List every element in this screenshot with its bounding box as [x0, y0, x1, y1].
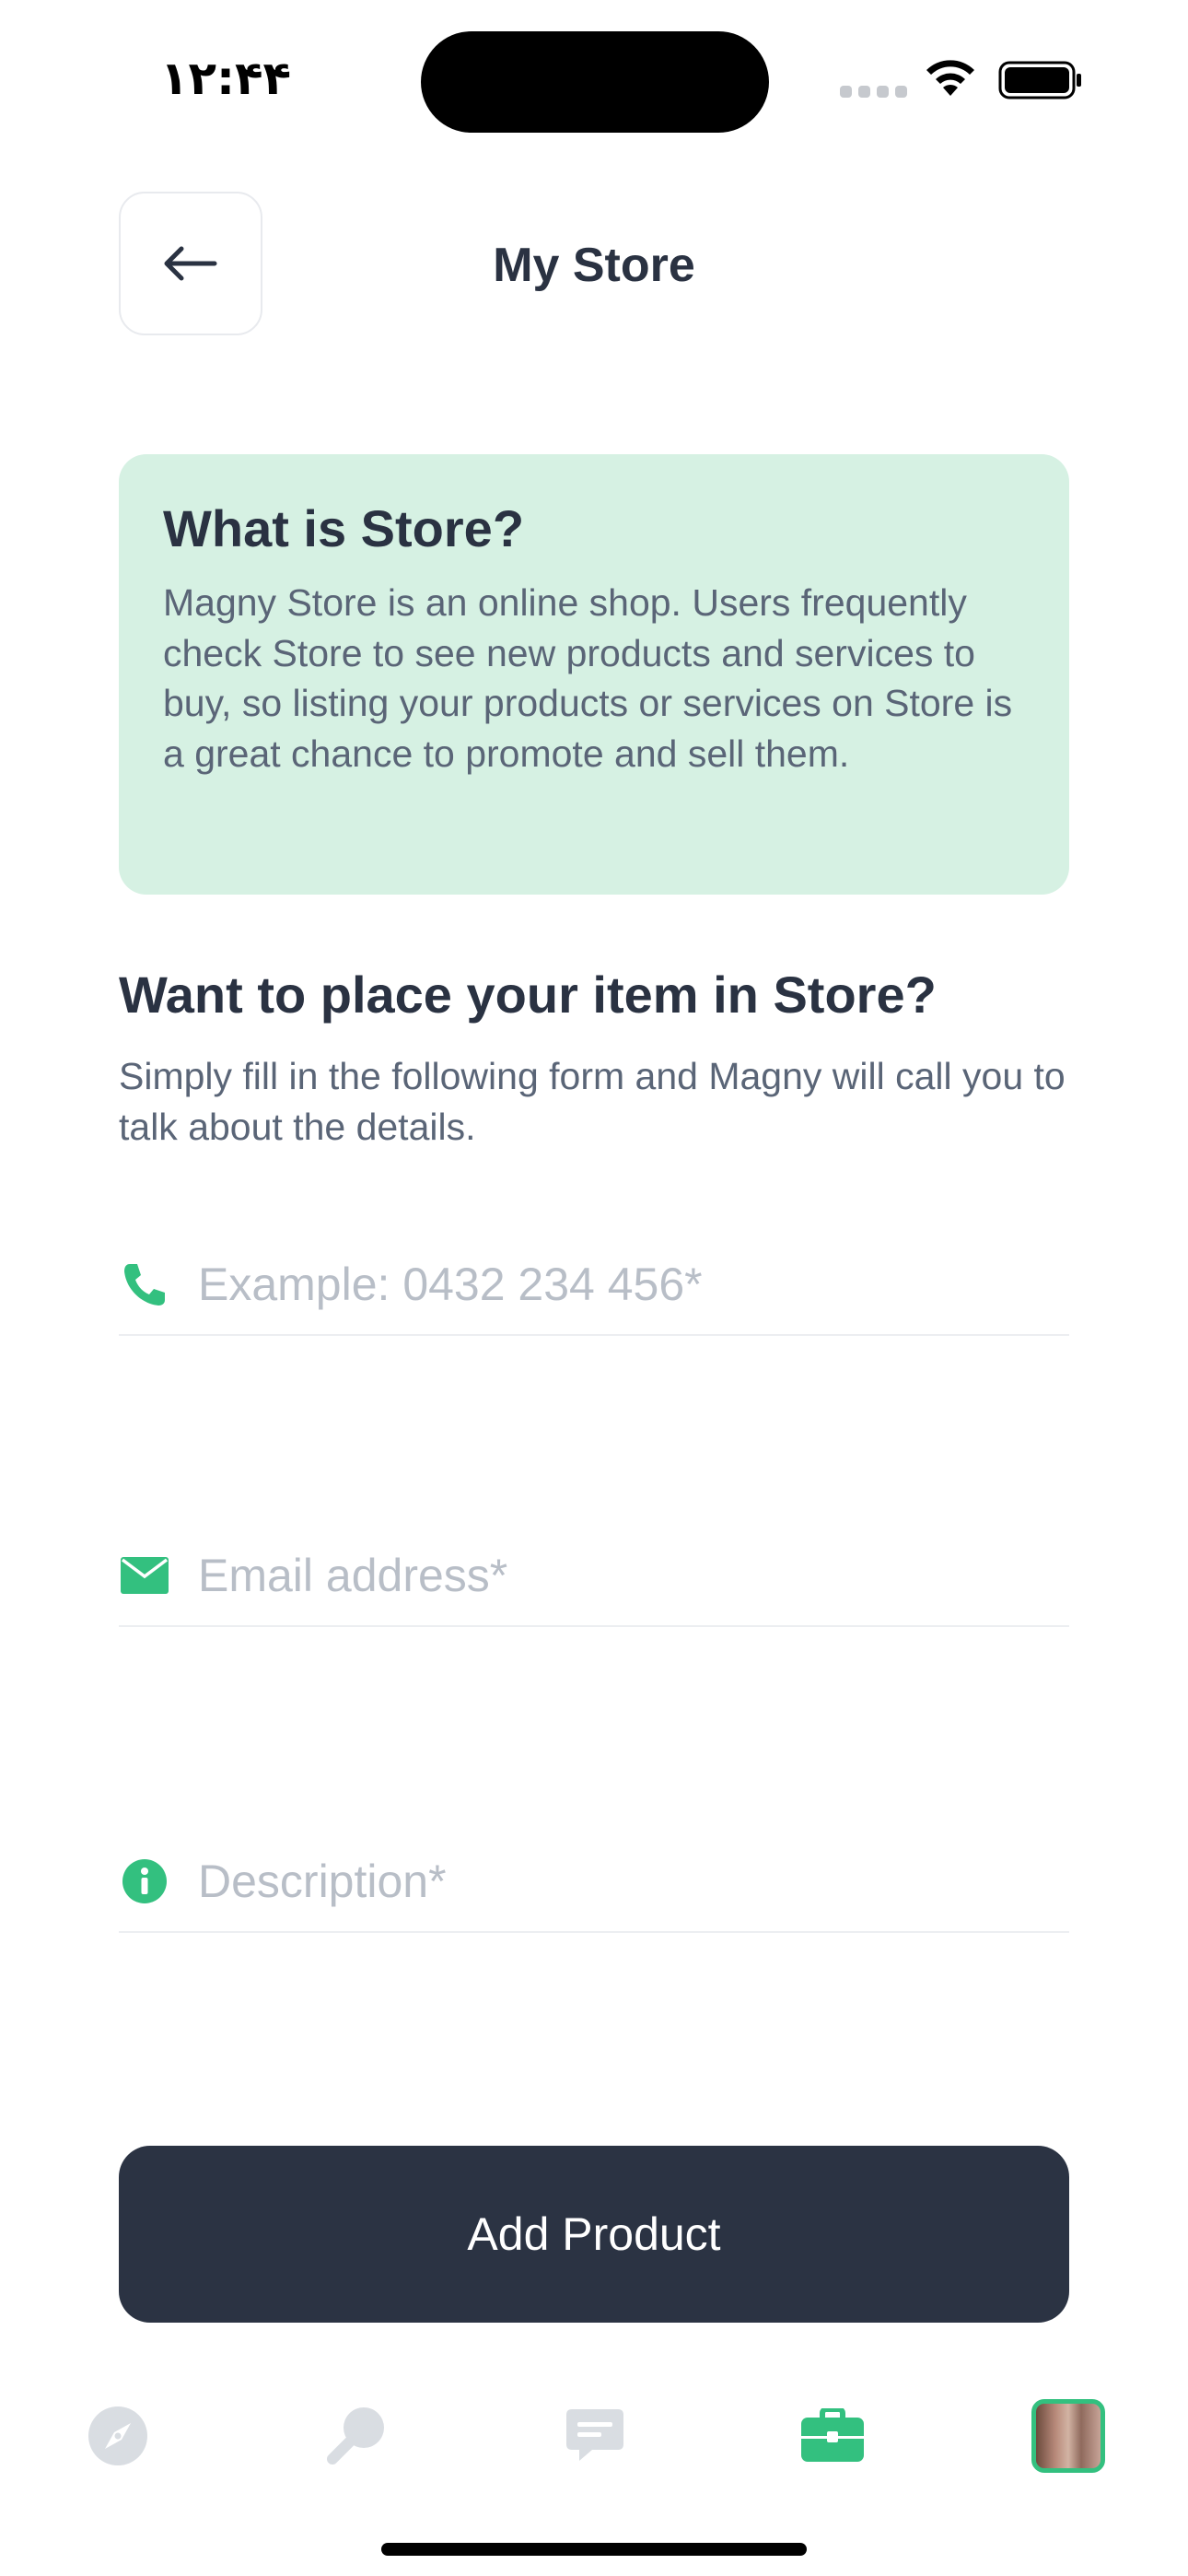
phone-icon: [119, 1259, 170, 1310]
tab-store[interactable]: [796, 2399, 869, 2473]
section-title: Want to place your item in Store?: [119, 966, 937, 1024]
search-icon: [327, 2407, 384, 2465]
dynamic-island: [421, 31, 769, 133]
tab-search[interactable]: [320, 2399, 394, 2473]
envelope-icon: [119, 1550, 170, 1601]
info-card-body: Magny Store is an online shop. Users fre…: [163, 581, 1013, 775]
phone-input[interactable]: [198, 1258, 1027, 1311]
briefcase-icon: [801, 2408, 864, 2462]
section-description: Simply fill in the following form and Ma…: [119, 1055, 1066, 1148]
compass-icon: [88, 2406, 147, 2465]
email-input[interactable]: [198, 1549, 1027, 1602]
arrow-left-icon: [164, 246, 217, 281]
cellular-dots-icon: [840, 86, 914, 102]
email-field[interactable]: [119, 1526, 1069, 1627]
info-circle-icon: [119, 1856, 170, 1907]
home-indicator: [381, 2543, 807, 2556]
description-field[interactable]: [119, 1832, 1069, 1933]
page-title: My Store: [493, 239, 695, 292]
battery-icon: [998, 61, 1081, 100]
status-time: ۱۲:۴۴: [159, 52, 292, 105]
tab-explore[interactable]: [81, 2399, 155, 2473]
chat-icon: [566, 2409, 623, 2461]
info-card-title: What is Store?: [163, 499, 525, 557]
info-card: What is Store? Magny Store is an online …: [119, 454, 1069, 895]
tab-profile-avatar[interactable]: [1031, 2399, 1105, 2473]
phone-field[interactable]: [119, 1235, 1069, 1336]
tab-messages[interactable]: [558, 2399, 632, 2473]
description-input[interactable]: [198, 1855, 1027, 1908]
back-button[interactable]: [119, 192, 262, 335]
add-product-button[interactable]: Add Product: [119, 2146, 1069, 2323]
wifi-icon: [926, 60, 974, 96]
